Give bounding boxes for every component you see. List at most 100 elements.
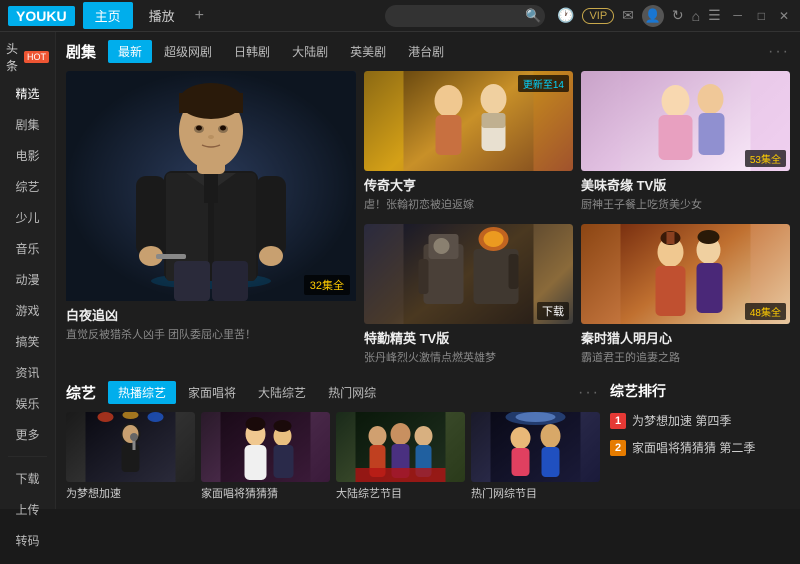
teqin-badge: 下载	[537, 302, 569, 320]
vip-badge[interactable]: VIP	[582, 8, 614, 24]
logo[interactable]: YOUKU	[8, 6, 75, 26]
sidebar-item-gaoxiao[interactable]: 搞笑	[0, 326, 55, 357]
drama-more-icon[interactable]: ···	[768, 43, 790, 61]
drama-filter-hk[interactable]: 港台剧	[398, 40, 454, 63]
sidebar-item-zongyi[interactable]: 综艺	[0, 171, 55, 202]
drama-small-img-teqin: 下载	[364, 224, 573, 324]
minimize-button[interactable]: －	[729, 7, 747, 24]
drama-filter-newest[interactable]: 最新	[108, 40, 152, 63]
home-icon[interactable]: ⌂	[692, 8, 700, 24]
drama-teqin-info: 特勤精英 TV版 张丹峰烈火激情点燃英雄梦	[364, 324, 573, 369]
sidebar-item-upload[interactable]: 上传	[0, 494, 55, 525]
variety-layout: 综艺 热播综艺 家面唱将 大陆综艺 热门网综 ···	[66, 381, 790, 501]
variety-filter-mainland[interactable]: 大陆综艺	[248, 381, 316, 404]
rank-text-2: 家面唱将猜猜猜 第二季	[632, 439, 755, 456]
variety-filter-family[interactable]: 家面唱将	[178, 381, 246, 404]
drama-main-info: 白夜追凶 直觉反被猎杀人凶手 团队委屈心里苦！	[66, 301, 356, 346]
variety-item-1[interactable]: 为梦想加速	[66, 412, 195, 501]
drama-filter-mainland[interactable]: 大陆剧	[282, 40, 338, 63]
sidebar-item-more[interactable]: 更多	[0, 419, 55, 450]
drama-small-img-qinshi: 48集全	[581, 224, 790, 324]
variety-item-2[interactable]: 家面唱将猜猜猜	[201, 412, 330, 501]
sidebar-item-yinyue[interactable]: 音乐	[0, 233, 55, 264]
variety-ranking: 综艺排行 1 为梦想加速 第四季 2 家面唱将猜猜猜 第二季	[610, 381, 790, 501]
drama-meimi-subtitle: 厨神王子餐上吃货美少女	[581, 196, 790, 212]
variety-thumb-2	[201, 412, 330, 482]
title-bar: YOUKU 主页 播放 + 🔍 🕐 VIP ✉ 👤 ↻ ⌂ ☰ － □ ✕	[0, 0, 800, 32]
ranking-title: 综艺排行	[610, 381, 790, 401]
rank-num-1: 1	[610, 413, 626, 429]
drama-small-img-chuanqi: 更新至14	[364, 71, 573, 171]
mail-icon[interactable]: ✉	[622, 7, 634, 24]
main-layout: 头条 HOT 精选 剧集 电影 综艺 少儿 音乐 动漫 游戏 搞笑 资讯 娱乐 …	[0, 32, 800, 509]
search-input[interactable]	[395, 9, 525, 23]
drama-chuanqi-subtitle: 虐！张翰初恋被迫返嫁	[364, 196, 573, 212]
drama-chuanqi-info: 传奇大亨 虐！张翰初恋被迫返嫁	[364, 171, 573, 216]
drama-small-chuanqi[interactable]: 更新至14 传奇大亨 虐！张翰初恋被迫返嫁	[364, 71, 573, 216]
drama-teqin-title: 特勤精英 TV版	[364, 328, 573, 347]
drama-main-thumbnail: 32集全	[66, 71, 356, 301]
variety-filter-web[interactable]: 热门网综	[318, 381, 386, 404]
drama-main-badge: 32集全	[304, 275, 350, 295]
drama-small-meimi[interactable]: 53集全 美味奇缘 TV版 厨神王子餐上吃货美少女	[581, 71, 790, 216]
drama-section-title: 剧集	[66, 41, 96, 62]
variety-section: 综艺 热播综艺 家面唱将 大陆综艺 热门网综 ···	[66, 381, 790, 501]
variety-filter-tabs: 热播综艺 家面唱将 大陆综艺 热门网综	[108, 381, 386, 404]
hot-badge: HOT	[24, 51, 49, 63]
drama-filter-korean[interactable]: 日韩剧	[224, 40, 280, 63]
variety-thumb-1	[66, 412, 195, 482]
history-icon[interactable]: 🕐	[557, 7, 574, 24]
sidebar-item-zixun[interactable]: 资讯	[0, 357, 55, 388]
variety-thumb-4	[471, 412, 600, 482]
drama-chuanqi-title: 传奇大亨	[364, 175, 573, 194]
avatar[interactable]: 👤	[642, 5, 664, 27]
drama-qinshi-title: 秦时猎人明月心	[581, 328, 790, 347]
drama-filter-super[interactable]: 超级网剧	[154, 40, 222, 63]
meimi-badge: 53集全	[745, 150, 786, 167]
rank-item-2[interactable]: 2 家面唱将猜猜猜 第二季	[610, 434, 790, 461]
drama-small-teqin[interactable]: 下载 特勤精英 TV版 张丹峰烈火激情点燃英雄梦	[364, 224, 573, 369]
variety-filter-hot[interactable]: 热播综艺	[108, 381, 176, 404]
qinshi-badge: 48集全	[745, 303, 786, 320]
close-button[interactable]: ✕	[776, 9, 792, 23]
rank-item-1[interactable]: 1 为梦想加速 第四季	[610, 407, 790, 434]
search-box[interactable]: 🔍	[385, 5, 545, 27]
variety-more-icon[interactable]: ···	[578, 384, 600, 402]
content-area: 剧集 最新 超级网剧 日韩剧 大陆剧 英美剧 港台剧 ···	[56, 32, 800, 509]
variety-item-4[interactable]: 热门网综节目	[471, 412, 600, 501]
drama-filter-western[interactable]: 英美剧	[340, 40, 396, 63]
search-icon[interactable]: 🔍	[525, 8, 541, 24]
sidebar-item-youxi[interactable]: 游戏	[0, 295, 55, 326]
drama-qinshi-info: 秦时猎人明月心 霸道君王的追妻之路	[581, 324, 790, 369]
sidebar-item-dongman[interactable]: 动漫	[0, 264, 55, 295]
nav-plus[interactable]: +	[195, 7, 204, 25]
variety-item-3[interactable]: 大陆综艺节目	[336, 412, 465, 501]
drama-grid: 32集全 白夜追凶 直觉反被猎杀人凶手 团队委屈心里苦！	[66, 71, 790, 369]
rank-text-1: 为梦想加速 第四季	[632, 412, 731, 429]
variety-thumb-3	[336, 412, 465, 482]
refresh-icon[interactable]: ↻	[672, 7, 684, 24]
sidebar-item-jingxuan[interactable]: 精选	[0, 78, 55, 109]
drama-section: 剧集 最新 超级网剧 日韩剧 大陆剧 英美剧 港台剧 ···	[66, 40, 790, 369]
drama-small-img-meimi: 53集全	[581, 71, 790, 171]
maximize-button[interactable]: □	[755, 9, 768, 23]
variety-grid: 为梦想加速	[66, 412, 600, 501]
sidebar-item-transcode[interactable]: 转码	[0, 525, 55, 556]
variety-title-2: 家面唱将猜猜猜	[201, 485, 330, 501]
variety-title-3: 大陆综艺节目	[336, 485, 465, 501]
nav-play[interactable]: 播放	[137, 2, 187, 29]
nav-home[interactable]: 主页	[83, 2, 133, 29]
drama-main-item[interactable]: 32集全 白夜追凶 直觉反被猎杀人凶手 团队委屈心里苦！	[66, 71, 356, 369]
chuanqi-update-badge: 更新至14	[518, 75, 569, 92]
title-bar-icons: 🕐 VIP ✉ 👤 ↻ ⌂ ☰ － □ ✕	[557, 5, 792, 27]
menu-icon[interactable]: ☰	[708, 7, 721, 24]
sidebar-item-download[interactable]: 下载	[0, 463, 55, 494]
sidebar-item-yule[interactable]: 娱乐	[0, 388, 55, 419]
sidebar-item-dianying[interactable]: 电影	[0, 140, 55, 171]
variety-left: 综艺 热播综艺 家面唱将 大陆综艺 热门网综 ···	[66, 381, 600, 501]
variety-section-header: 综艺 热播综艺 家面唱将 大陆综艺 热门网综 ···	[66, 381, 600, 404]
drama-small-qinshi[interactable]: 48集全 秦时猎人明月心 霸道君王的追妻之路	[581, 224, 790, 369]
sidebar-item-juji[interactable]: 剧集	[0, 109, 55, 140]
sidebar-item-shaor[interactable]: 少儿	[0, 202, 55, 233]
sidebar-bottom: 下载 上传 转码	[0, 463, 55, 564]
